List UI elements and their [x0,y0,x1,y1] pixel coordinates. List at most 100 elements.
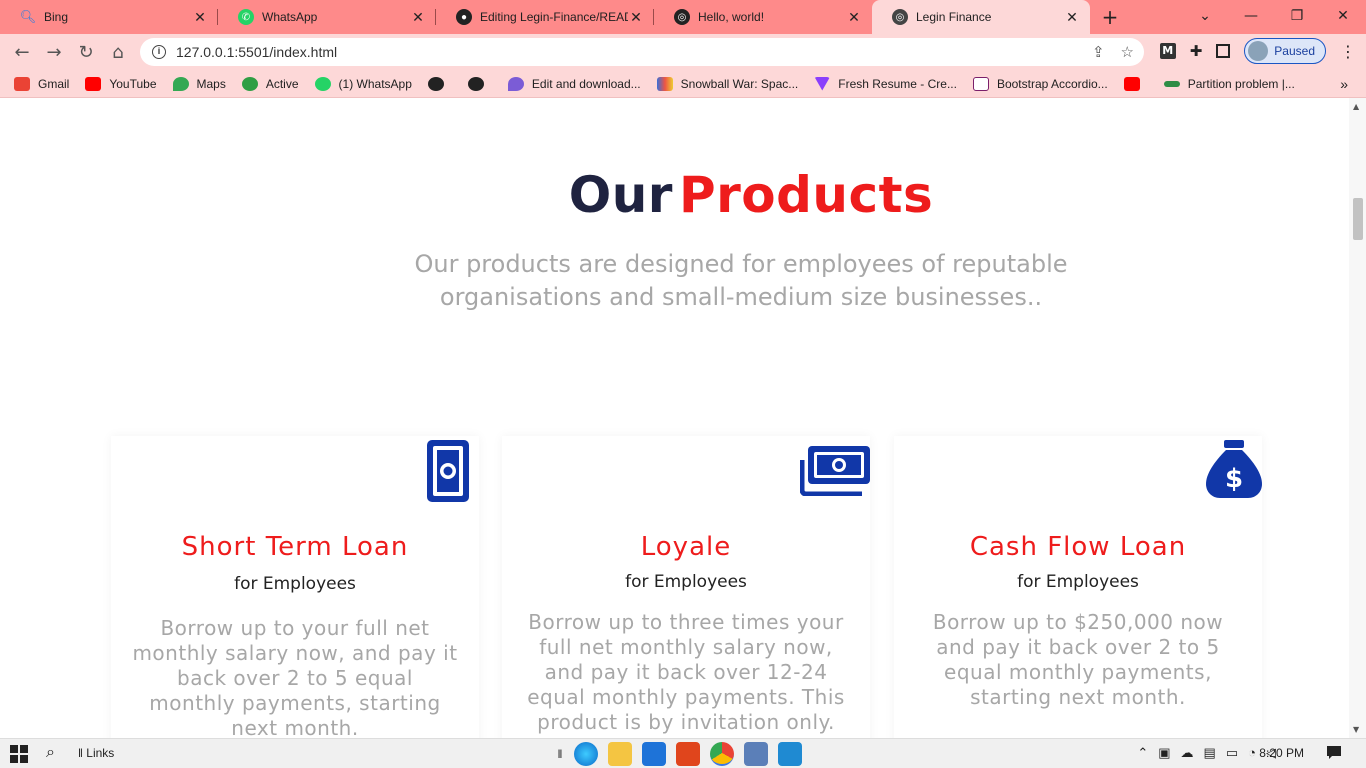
product-card-short-term-loan: Short Term Loan for Employees Borrow up … [111,436,479,738]
restore-button[interactable]: ❐ [1274,0,1320,32]
back-button[interactable]: ← [6,42,38,63]
mail-icon[interactable] [642,742,666,766]
forward-button[interactable]: → [38,42,70,63]
gmail-icon [14,76,30,91]
profile-status: Paused [1274,44,1315,58]
chrome-icon[interactable] [710,742,734,766]
extensions-puzzle-icon[interactable]: ✚ [1190,42,1203,60]
bookmark-edit-download[interactable]: Edit and download... [507,76,641,91]
svg-text:$: $ [1225,464,1243,494]
money-bill-icon [427,440,469,506]
bookmark-youtube[interactable]: YouTube [85,76,157,91]
url-text[interactable]: 127.0.0.1:5501/index.html [176,44,337,60]
tab-label: WhatsApp [262,10,318,24]
minimize-button[interactable]: — [1228,0,1274,32]
tab-hello-world[interactable]: ◎ Hello, world! ✕ [654,0,872,34]
taskbar-links-toolbar[interactable]: ‖ Links [78,746,114,760]
bookmark-active[interactable]: Active [241,76,299,91]
bookmarks-overflow-icon[interactable]: » [1340,76,1348,92]
bookmark-label: Gmail [38,76,70,91]
snowball-war-icon [656,76,673,91]
site-info-icon[interactable]: i [152,45,166,59]
scrollbar-thumb[interactable] [1353,198,1363,240]
money-bills-icon [799,446,870,500]
tab-whatsapp[interactable]: ✆ WhatsApp ✕ [218,0,436,34]
wifi-icon[interactable]: ◔ [1248,745,1256,761]
onedrive-cloud-icon[interactable]: ☁ [1181,745,1194,761]
bookmark-globe-2[interactable] [467,76,492,91]
bookmark-star-icon[interactable]: ☆ [1121,43,1134,61]
profile-button[interactable]: Paused [1244,38,1326,64]
office-icon[interactable] [676,742,700,766]
taskbar-separator-icon: ‖ [557,747,563,761]
scroll-down-icon[interactable]: ▼ [1353,725,1359,734]
reload-button[interactable]: ↻ [70,42,102,63]
tab-bar: 🔍︎ Bing ✕ ✆ WhatsApp ✕ ● Editing Legin-F… [0,0,1366,34]
tab-legin-finance[interactable]: ◎ Legin Finance ✕ [872,0,1090,34]
links-label: Links [86,746,115,760]
home-button[interactable]: ⌂ [102,42,134,63]
close-window-button[interactable]: ✕ [1320,0,1366,32]
bookmark-fresh-resume[interactable]: Fresh Resume - Cre... [814,76,957,91]
bookmark-maps[interactable]: Maps [172,76,226,91]
geeksforgeeks-icon [1163,80,1180,87]
tab-search-chevron-icon[interactable]: ⌄ [1182,0,1228,32]
scroll-up-icon[interactable]: ▲ [1353,102,1359,111]
product-card-cash-flow-loan: $ Cash Flow Loan for Employees Borrow up… [894,436,1262,738]
bookmark-youtube-2[interactable] [1123,76,1148,91]
heading-part-products: Products [678,166,934,224]
close-icon[interactable]: ✕ [628,9,644,26]
file-explorer-icon[interactable] [608,742,632,766]
avatar [1248,41,1269,61]
notification-icon[interactable] [1326,745,1342,761]
bookmark-partition-problem[interactable]: Partition problem |... [1163,77,1295,91]
close-icon[interactable]: ✕ [1064,9,1080,26]
bookmark-gmail[interactable]: Gmail [14,76,70,91]
windows-start-icon[interactable] [10,745,28,763]
bookmark-globe-1[interactable] [427,76,452,91]
page-scrollbar[interactable]: ▲ ▼ [1349,98,1366,738]
address-bar[interactable]: i 127.0.0.1:5501/index.html ⇪ ☆ [140,38,1144,66]
vscode-icon[interactable] [778,742,802,766]
close-icon[interactable]: ✕ [846,9,862,26]
tab-bing[interactable]: 🔍︎ Bing ✕ [0,0,218,34]
bookmarks-bar: Gmail YouTube Maps Active (1) WhatsApp E… [0,70,1366,98]
bookmark-whatsapp[interactable]: (1) WhatsApp [314,76,412,91]
tray-chevron-icon[interactable]: ⌃ [1137,745,1148,761]
bookmark-label: YouTube [109,76,157,91]
clock[interactable]: 8:20 PM [1259,746,1304,760]
globe-icon: ◎ [674,9,690,25]
card-body: Borrow up to your full net monthly salar… [132,616,458,738]
active-icon [241,76,258,91]
bookmark-snowball-war[interactable]: Snowball War: Spac... [656,76,798,91]
tab-github[interactable]: ● Editing Legin-Finance/READM ✕ [436,0,654,34]
menu-kebab-icon[interactable]: ⋮ [1340,42,1356,61]
tray-app-icon[interactable]: ▣ [1158,745,1170,761]
share-icon[interactable]: ⇪ [1092,43,1105,61]
bookmark-label: Bootstrap Accordio... [996,76,1108,91]
section-heading: Our Products [0,166,1366,224]
money-bag-icon: $ [1206,440,1262,502]
product-card-loyale: Loyale for Employees Borrow up to three … [502,436,870,738]
side-panel-icon[interactable] [1216,44,1231,58]
card-subtitle: for Employees [1017,572,1139,592]
extension-m-icon[interactable]: M [1159,43,1176,59]
battery-icon[interactable]: ▭ [1226,745,1238,761]
tab-label: Hello, world! [698,10,765,24]
card-title: Cash Flow Loan [969,532,1187,562]
card-subtitle: for Employees [234,574,356,594]
browser-toolbar: ← → ↻ ⌂ i 127.0.0.1:5501/index.html ⇪ ☆ … [0,34,1366,70]
card-title: Loyale [640,532,732,562]
search-icon[interactable]: ⌕ [46,744,55,762]
bing-search-icon: 🔍︎ [19,9,37,24]
youtube-icon [85,76,102,91]
new-tab-button[interactable]: + [1090,0,1130,34]
maps-pin-icon [172,76,189,91]
close-icon[interactable]: ✕ [410,9,426,26]
tray-status-icon[interactable]: ▤ [1204,745,1216,761]
bookmark-bootstrap-accordion[interactable]: Bootstrap Accordio... [972,76,1108,91]
edge-icon[interactable] [574,742,598,766]
app-window-icon[interactable] [744,742,768,766]
card-subtitle: for Employees [625,572,747,592]
close-icon[interactable]: ✕ [192,9,208,26]
